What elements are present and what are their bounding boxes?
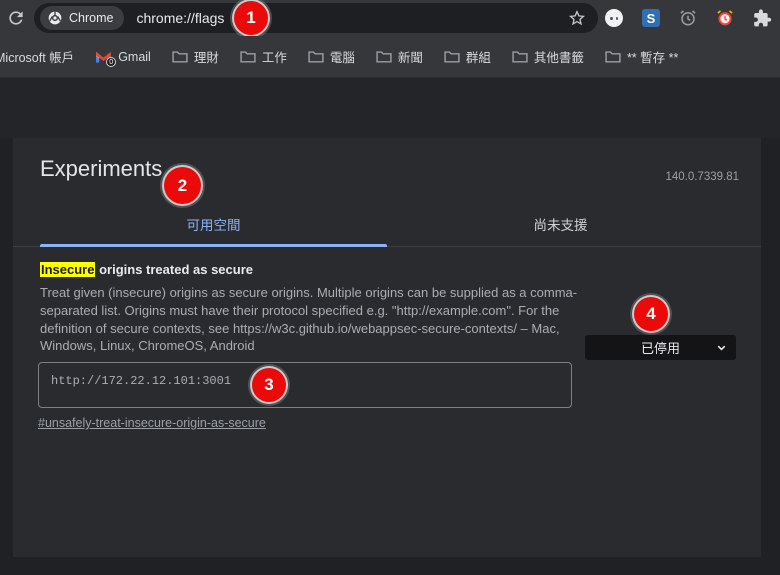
search-highlight: Insecure [40, 262, 95, 277]
extensions-puzzle-icon[interactable] [753, 9, 771, 27]
reload-button[interactable] [6, 8, 26, 28]
reload-icon [6, 8, 26, 28]
alarm-clock-gray-icon[interactable] [679, 9, 697, 27]
flag-state-select[interactable]: 已停用 [585, 335, 736, 360]
bookmark-folder-temp[interactable]: ** 暫存 ** [605, 47, 678, 66]
flag-select-value: 已停用 [641, 338, 680, 357]
bookmark-label: ** 暫存 ** [627, 47, 678, 66]
bookmark-label: Gmail [118, 50, 151, 64]
extensions-row: S [605, 9, 780, 27]
flags-content-card: Experiments 140.0.7339.81 可用空間 尚未支援 Inse… [13, 138, 761, 557]
flag-description: Treat given (insecure) origins as secure… [40, 284, 602, 355]
annotation-badge-2: 2 [164, 167, 201, 204]
chrome-version: 140.0.7339.81 [665, 171, 739, 183]
s-extension-icon[interactable]: S [642, 9, 660, 27]
folder-icon [444, 50, 460, 63]
bookmark-label: 群組 [466, 47, 491, 66]
address-bar[interactable]: Chrome chrome://flags [34, 3, 598, 33]
bookmark-folder-computer[interactable]: 電腦 [308, 47, 355, 66]
flags-tabs: 可用空間 尚未支援 [13, 208, 761, 247]
browser-window: Chrome chrome://flags S 1 Microsoft 帳戶 [0, 0, 780, 575]
annotation-badge-3: 3 [252, 368, 286, 402]
folder-icon [172, 50, 188, 63]
bookmark-folder-groups[interactable]: 群組 [444, 47, 491, 66]
folder-icon [512, 50, 528, 63]
gmail-count-badge: 0 [106, 57, 116, 67]
gmail-icon: 0 [95, 50, 112, 63]
chrome-search-chip[interactable]: Chrome [40, 6, 124, 30]
bookmarks-bar: Microsoft 帳戶 0 Gmail 理財 工作 電腦 [0, 36, 780, 78]
white-circle-extension-icon[interactable] [605, 9, 623, 27]
tab-unavailable[interactable]: 尚未支援 [387, 208, 734, 246]
flag-title-rest: origins treated as secure [95, 262, 253, 277]
bookmark-folder-other[interactable]: 其他書籤 [512, 47, 584, 66]
folder-icon [376, 50, 392, 63]
bookmark-folder-news[interactable]: 新聞 [376, 47, 423, 66]
chevron-down-icon [715, 341, 728, 354]
flag-permalink[interactable]: #unsafely-treat-insecure-origin-as-secur… [38, 416, 266, 430]
bookmark-folder-work[interactable]: 工作 [240, 47, 287, 66]
folder-icon [240, 50, 256, 63]
alarm-clock-red-icon[interactable] [716, 9, 734, 27]
folder-icon [308, 50, 324, 63]
bookmark-label: 新聞 [398, 47, 423, 66]
origins-value: http://172.22.12.101:3001 [51, 374, 231, 388]
bookmark-star-icon[interactable] [568, 9, 586, 27]
bookmark-microsoft-account[interactable]: Microsoft 帳戶 [0, 47, 74, 66]
origins-input[interactable]: http://172.22.12.101:3001 [38, 362, 572, 408]
bookmark-label: 工作 [262, 47, 287, 66]
chip-label: Chrome [69, 11, 113, 25]
page-title: Experiments [40, 156, 162, 182]
bookmark-label: Microsoft 帳戶 [0, 47, 74, 66]
flags-search-header: Insecure × 全部重設 2 [0, 78, 780, 138]
folder-icon [605, 50, 621, 63]
tab-available[interactable]: 可用空間 [40, 208, 387, 246]
flag-title: Insecure origins treated as secure [40, 262, 253, 277]
browser-toolbar: Chrome chrome://flags S 1 [0, 0, 780, 36]
bookmark-label: 理財 [194, 47, 219, 66]
bookmark-gmail[interactable]: 0 Gmail [95, 50, 151, 64]
bookmark-folder-finance[interactable]: 理財 [172, 47, 219, 66]
annotation-badge-1: 1 [234, 1, 268, 35]
bookmark-label: 其他書籤 [534, 47, 584, 66]
url-text: chrome://flags [136, 10, 224, 26]
annotation-badge-4: 4 [634, 297, 668, 331]
bookmark-label: 電腦 [330, 47, 355, 66]
chrome-logo-icon [47, 10, 63, 26]
